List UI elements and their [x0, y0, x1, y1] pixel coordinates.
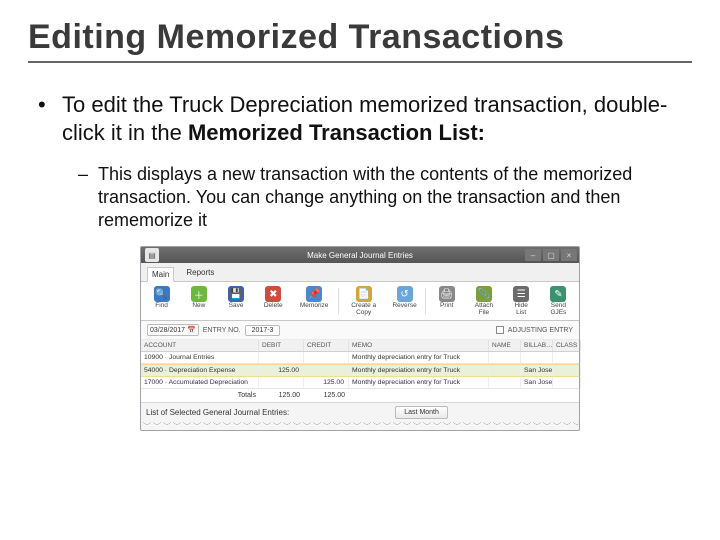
bullet-level-1: To edit the Truck Depreciation memorized…: [38, 91, 692, 147]
title-bar: ▤ Make General Journal Entries – ▢ ×: [141, 247, 579, 263]
cell-debit: 125.00: [259, 365, 304, 376]
cell-account: 54000 · Depreciation Expense: [141, 365, 259, 376]
cell-bill: [521, 352, 553, 363]
memorize-button[interactable]: 📌Memorize: [294, 286, 335, 316]
cell-credit: [304, 352, 349, 363]
cell-credit: 125.00: [304, 377, 349, 388]
cell-class: [553, 365, 581, 376]
send-label: Send GJEs: [550, 303, 566, 316]
tab-reports[interactable]: Reports: [182, 266, 218, 281]
cell-memo: Monthly depreciation entry for Truck: [349, 377, 489, 388]
table-row[interactable]: 17000 · Accumulated Depreciation 125.00 …: [141, 377, 579, 389]
cell-account: 17000 · Accumulated Depreciation: [141, 377, 259, 388]
create-copy-label: Create a Copy: [343, 303, 384, 316]
cell-class: [553, 352, 581, 363]
col-account: ACCOUNT: [141, 340, 259, 351]
new-button[interactable]: ＋New: [182, 286, 215, 316]
totals-row: Totals 125.00 125.00: [141, 389, 579, 403]
reverse-label: Reverse: [392, 303, 416, 310]
totals-label: Totals: [141, 389, 259, 402]
torn-edge-decoration: [141, 422, 579, 430]
col-credit: CREDIT: [304, 340, 349, 351]
cell-memo: Monthly depreciation entry for Truck: [349, 352, 489, 363]
attach-file-button[interactable]: 📎Attach File: [467, 286, 500, 316]
form-row: 03/28/2017 📅 ENTRY NO. 2017-3 ADJUSTING …: [141, 321, 579, 340]
app-window: ▤ Make General Journal Entries – ▢ × Mai…: [140, 246, 580, 431]
entryno-label: ENTRY NO.: [203, 327, 241, 334]
delete-button[interactable]: ✖Delete: [257, 286, 290, 316]
cell-debit: [259, 352, 304, 363]
slide-corner-decoration: [0, 476, 180, 540]
date-field[interactable]: 03/28/2017 📅: [147, 324, 199, 336]
cell-name: [489, 377, 521, 388]
window-title: Make General Journal Entries: [141, 251, 579, 260]
create-copy-button[interactable]: 📄Create a Copy: [343, 286, 384, 316]
save-label: Save: [229, 303, 244, 310]
window-footer: List of Selected General Journal Entries…: [141, 403, 579, 422]
table-row[interactable]: 54000 · Depreciation Expense 125.00 Mont…: [141, 364, 579, 377]
cell-name: [489, 352, 521, 363]
grid-header: ACCOUNT DEBIT CREDIT MEMO NAME BILLAB… C…: [141, 340, 579, 352]
ribbon: 🔍Find ＋New 💾Save ✖Delete 📌Memorize 📄Crea…: [141, 282, 579, 321]
print-label: Print: [440, 303, 453, 310]
footer-range-button[interactable]: Last Month: [395, 406, 448, 419]
col-bill: BILLAB…: [521, 340, 553, 351]
ribbon-tabs: Main Reports: [141, 263, 579, 282]
find-label: Find: [155, 303, 168, 310]
col-class: CLASS: [553, 340, 581, 351]
slide-title: Editing Memorized Transactions: [28, 18, 692, 57]
col-memo: MEMO: [349, 340, 489, 351]
cell-memo: Monthly depreciation entry for Truck: [349, 365, 489, 376]
memorize-label: Memorize: [300, 303, 329, 310]
hide-list-label: Hide List: [514, 303, 527, 316]
cell-bill: San Jose: [521, 377, 553, 388]
cell-name: [489, 365, 521, 376]
totals-debit: 125.00: [259, 389, 304, 402]
cell-credit: [304, 365, 349, 376]
entryno-field[interactable]: 2017-3: [245, 325, 281, 336]
calendar-icon: 📅: [187, 326, 196, 334]
totals-credit: 125.00: [304, 389, 349, 402]
cell-class: [553, 377, 581, 388]
attach-label: Attach File: [475, 303, 493, 316]
new-label: New: [192, 303, 205, 310]
print-button[interactable]: 🖨Print: [430, 286, 463, 316]
footer-left-text: List of Selected General Journal Entries…: [146, 408, 289, 417]
date-value: 03/28/2017: [150, 327, 185, 334]
reverse-button[interactable]: ↺Reverse: [388, 286, 421, 316]
bullet-level-2: This displays a new transaction with the…: [38, 163, 692, 232]
cell-bill: San Jose: [521, 365, 553, 376]
col-name: NAME: [489, 340, 521, 351]
cell-debit: [259, 377, 304, 388]
find-button[interactable]: 🔍Find: [145, 286, 178, 316]
tab-main[interactable]: Main: [147, 267, 174, 282]
adjusting-entry-checkbox[interactable]: [496, 326, 504, 334]
save-button[interactable]: 💾Save: [219, 286, 252, 316]
send-gjes-button[interactable]: ✎Send GJEs: [542, 286, 575, 316]
title-rule: [28, 61, 692, 63]
col-debit: DEBIT: [259, 340, 304, 351]
delete-label: Delete: [264, 303, 283, 310]
cell-account: 10900 · Journal Entries: [141, 352, 259, 363]
bullet-1-bold: Memorized Transaction List:: [188, 120, 485, 145]
adjusting-entry-label: ADJUSTING ENTRY: [508, 327, 573, 334]
hide-list-button[interactable]: ☰Hide List: [505, 286, 538, 316]
table-row[interactable]: 10900 · Journal Entries Monthly deprecia…: [141, 352, 579, 364]
